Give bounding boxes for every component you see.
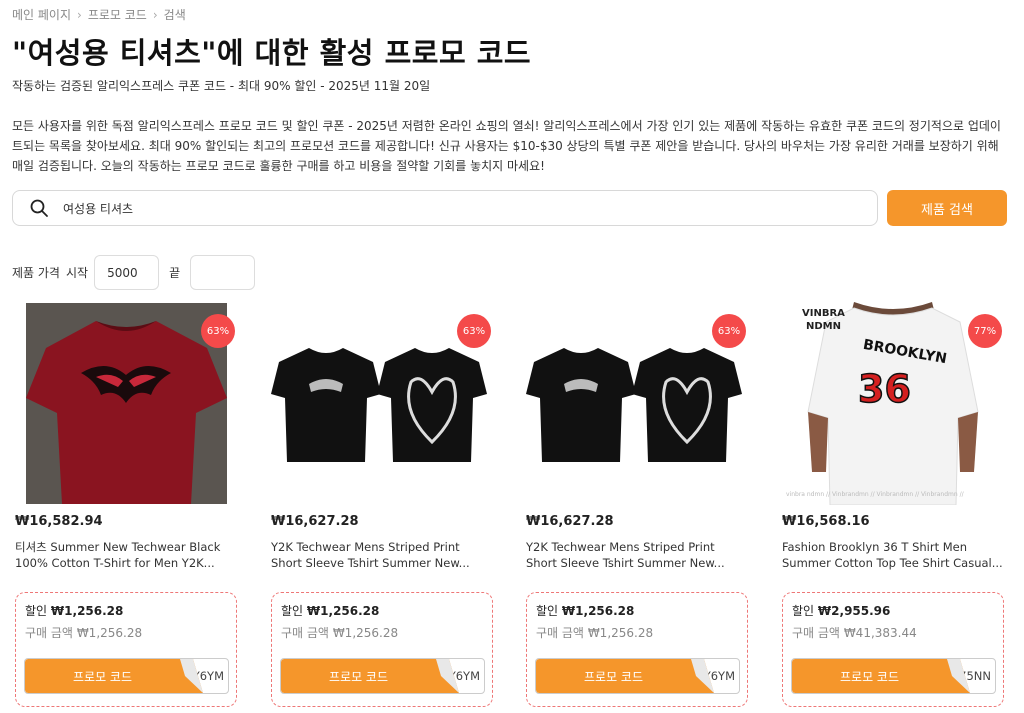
promo-code-reveal[interactable]: KY6YM 프로모 코드 <box>535 658 740 694</box>
discount-badge: 77% <box>968 314 1002 348</box>
chevron-right-icon: › <box>77 7 82 22</box>
promo-code-reveal[interactable]: 175NN 프로모 코드 <box>791 658 996 694</box>
coupon-buy-value: ₩1,256.28 <box>587 626 654 640</box>
image-brand-bottom: NDMN <box>806 321 841 332</box>
discount-badge: 63% <box>457 314 491 348</box>
page-subtitle: 작동하는 검증된 알리익스프레스 쿠폰 코드 - 최대 90% 할인 - 202… <box>12 79 431 93</box>
breadcrumb: 메인 페이지 › 프로모 코드 › 검색 <box>12 6 186 23</box>
product-name[interactable]: 티셔츠 Summer New Techwear Black 100% Cotto… <box>15 539 237 571</box>
product-price: ₩16,582.94 <box>15 514 103 529</box>
coupon-box: 할인 ₩1,256.28 구매 금액 ₩1,256.28 KY6YM 프로모 코… <box>15 592 237 707</box>
coupon-discount: 할인 ₩2,955.96 <box>792 604 891 618</box>
breadcrumb-item-promo[interactable]: 프로모 코드 <box>88 6 147 23</box>
coupon-box: 할인 ₩1,256.28 구매 금액 ₩1,256.28 KY6YM 프로모 코… <box>526 592 748 707</box>
corner-peel-icon <box>429 659 459 693</box>
coupon-buy-amount: 구매 금액 ₩1,256.28 <box>25 626 143 640</box>
coupon-buy-amount: 구매 금액 ₩1,256.28 <box>281 626 399 640</box>
coupon-discount: 할인 ₩1,256.28 <box>536 604 635 618</box>
chevron-right-icon: › <box>152 7 158 22</box>
image-number-text: 36 <box>858 367 911 411</box>
image-watermark: vinbra ndmn // Vinbrandmn // Vinbrandmn … <box>786 491 965 498</box>
search-box[interactable] <box>12 190 878 226</box>
price-filter-label: 제품 가격 <box>12 266 60 280</box>
corner-peel-icon <box>684 659 714 693</box>
promo-code-reveal[interactable]: KY6YM 프로모 코드 <box>24 658 229 694</box>
corner-peel-icon <box>173 659 203 693</box>
breadcrumb-item-home[interactable]: 메인 페이지 <box>12 6 71 23</box>
coupon-buy-value: ₩1,256.28 <box>76 626 143 640</box>
red-tshirt-image <box>25 303 227 504</box>
product-card[interactable]: 63% ₩16,582.94 티셔츠 Summer New Techwear B… <box>15 302 237 713</box>
product-name[interactable]: Y2K Techwear Mens Striped Print Short Sl… <box>526 539 748 571</box>
coupon-box: 할인 ₩1,256.28 구매 금액 ₩1,256.28 KY6YM 프로모 코… <box>271 592 493 707</box>
product-grid: 63% ₩16,582.94 티셔츠 Summer New Techwear B… <box>15 302 1015 713</box>
breadcrumb-item-search: 검색 <box>163 8 186 22</box>
coupon-discount-value: ₩1,256.28 <box>50 604 124 618</box>
discount-badge: 63% <box>712 314 746 348</box>
coupon-discount-value: ₩2,955.96 <box>817 604 891 618</box>
coupon-buy-value: ₩41,383.44 <box>843 626 917 640</box>
product-price: ₩16,627.28 <box>271 514 359 529</box>
product-card[interactable]: 63% ₩16,627.28 Y2K Techwear Mens Striped… <box>271 302 493 713</box>
coupon-discount: 할인 ₩1,256.28 <box>281 604 380 618</box>
page-title: "여성용 티셔츠"에 대한 활성 프로모 코드 <box>12 36 532 70</box>
coupon-buy-amount: 구매 금액 ₩41,383.44 <box>792 626 917 640</box>
search-input[interactable] <box>63 201 823 215</box>
coupon-discount: 할인 ₩1,256.28 <box>25 604 124 618</box>
coupon-buy-value: ₩1,256.28 <box>332 626 399 640</box>
promo-code-button[interactable]: 프로모 코드 <box>281 659 436 693</box>
promo-code-reveal[interactable]: KY6YM 프로모 코드 <box>280 658 485 694</box>
promo-code-button[interactable]: 프로모 코드 <box>25 659 180 693</box>
price-to-input[interactable] <box>190 255 256 290</box>
promo-code-button[interactable]: 프로모 코드 <box>536 659 691 693</box>
price-from-input[interactable] <box>94 255 160 290</box>
product-card[interactable]: 63% ₩16,627.28 Y2K Techwear Mens Striped… <box>526 302 748 713</box>
price-from-label: 시작 <box>65 266 89 280</box>
price-to-label: 끝 <box>169 266 181 280</box>
coupon-box: 할인 ₩2,955.96 구매 금액 ₩41,383.44 175NN 프로모 … <box>782 592 1004 707</box>
image-brand-top: VINBRA <box>802 308 845 319</box>
discount-badge: 63% <box>201 314 235 348</box>
corner-peel-icon <box>940 659 970 693</box>
promo-code-button[interactable]: 프로모 코드 <box>792 659 947 693</box>
product-name[interactable]: Fashion Brooklyn 36 T Shirt Men Summer C… <box>782 539 1004 571</box>
search-icon <box>30 199 48 217</box>
page-description: 모든 사용자를 위한 독점 알리익스프레스 프로모 코드 및 할인 쿠폰 - 2… <box>12 119 1001 173</box>
search-button[interactable]: 제품 검색 <box>887 190 1007 226</box>
coupon-discount-value: ₩1,256.28 <box>561 604 635 618</box>
product-name[interactable]: Y2K Techwear Mens Striped Print Short Sl… <box>271 539 493 571</box>
product-card[interactable]: VINBRA NDMN BROOKLYN 36 vinbra ndmn // V… <box>782 302 1004 713</box>
coupon-discount-value: ₩1,256.28 <box>306 604 380 618</box>
coupon-buy-amount: 구매 금액 ₩1,256.28 <box>536 626 654 640</box>
product-price: ₩16,568.16 <box>782 514 870 529</box>
price-filter: 제품 가격 시작 끝 <box>12 255 256 290</box>
product-price: ₩16,627.28 <box>526 514 614 529</box>
